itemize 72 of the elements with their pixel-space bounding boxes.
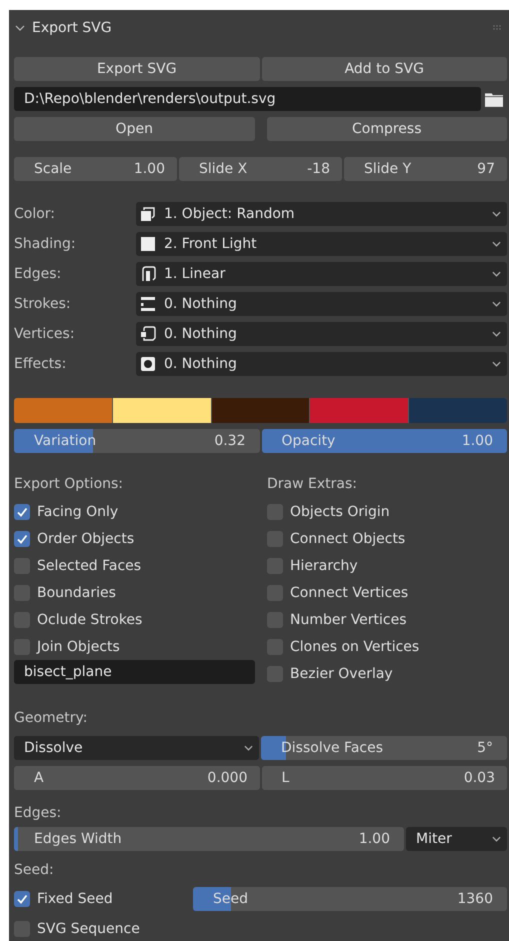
checkbox-label[interactable]: Join Objects xyxy=(37,638,120,654)
color-swatch[interactable] xyxy=(310,398,408,423)
section-label: Draw Extras: xyxy=(267,475,358,494)
caret-icon xyxy=(492,211,501,217)
edge-frame-icon xyxy=(140,266,156,282)
setting-dropdown[interactable]: 0. Nothing xyxy=(136,352,507,376)
value-slider[interactable]: Opacity 1.00 xyxy=(262,429,507,453)
checkbox-label[interactable]: Objects Origin xyxy=(290,504,390,520)
checkbox-label[interactable]: SVG Sequence xyxy=(37,921,140,937)
checkbox-label[interactable]: Bezier Overlay xyxy=(290,666,393,682)
file-button[interactable]: Compress xyxy=(266,117,507,141)
setting-label: Vertices: xyxy=(14,326,76,342)
color-swatch[interactable] xyxy=(409,398,507,423)
number-field[interactable]: A 0.000 xyxy=(14,766,260,790)
color-swatch[interactable] xyxy=(14,398,112,423)
checkbox[interactable] xyxy=(14,504,30,520)
number-field[interactable]: Slide Y 97 xyxy=(344,157,507,181)
number-field[interactable]: Slide X -18 xyxy=(179,157,342,181)
setting-label: Color: xyxy=(14,206,56,222)
caret-icon xyxy=(492,836,501,842)
setting-label: Strokes: xyxy=(14,296,72,312)
checkbox-label[interactable]: Connect Objects xyxy=(290,530,406,546)
checkbox-label[interactable]: Connect Vertices xyxy=(290,584,408,600)
caret-icon xyxy=(492,241,501,247)
caret-icon xyxy=(244,745,253,751)
checkbox-label[interactable]: Number Vertices xyxy=(290,612,407,628)
checkbox-label[interactable]: Fixed Seed xyxy=(37,891,113,907)
setting-label: Shading: xyxy=(14,236,77,252)
caret-icon xyxy=(492,271,501,277)
color-swatch[interactable] xyxy=(212,398,310,423)
checkbox-label[interactable]: Clones on Vertices xyxy=(290,638,420,654)
checkbox-label[interactable]: Selected Faces xyxy=(37,558,142,574)
caret-icon xyxy=(492,301,501,307)
setting-dropdown[interactable]: 0. Nothing xyxy=(136,322,507,346)
setting-dropdown[interactable]: 1. Object: Random xyxy=(136,202,507,226)
number-field[interactable]: L 0.03 xyxy=(262,766,507,790)
file-path-field[interactable]: D:\Repo\blender\renders\output.svg xyxy=(14,87,481,111)
checkbox-label[interactable]: Facing Only xyxy=(37,504,118,520)
join-dropdown[interactable]: Miter xyxy=(406,827,507,851)
text-field[interactable]: bisect_plane xyxy=(14,660,255,684)
section-label: Geometry: xyxy=(14,709,89,728)
section-label: Export Options: xyxy=(14,475,124,494)
action-button[interactable]: Add to SVG xyxy=(262,57,507,81)
vertex-frame-icon xyxy=(140,326,156,342)
checkbox[interactable] xyxy=(14,891,30,907)
caret-icon xyxy=(492,331,501,337)
section-label: Seed: xyxy=(14,861,55,880)
checkbox[interactable] xyxy=(14,530,30,546)
setting-dropdown[interactable]: 2. Front Light xyxy=(136,232,507,256)
setting-dropdown[interactable]: 0. Nothing xyxy=(136,292,507,316)
setting-label: Edges: xyxy=(14,266,62,282)
stacked-squares-icon xyxy=(140,206,156,222)
dot-square-icon xyxy=(140,356,156,372)
setting-label: Effects: xyxy=(14,356,68,372)
number-field[interactable]: Scale 1.00 xyxy=(14,157,177,181)
setting-dropdown[interactable]: 1. Linear xyxy=(136,262,507,286)
checkbox-label[interactable]: Order Objects xyxy=(37,530,134,546)
value-slider[interactable]: Edges Width 1.00 xyxy=(14,827,404,851)
chevron-icon[interactable] xyxy=(15,22,25,32)
checkbox-label[interactable]: Boundaries xyxy=(37,584,116,600)
file-button[interactable]: Open xyxy=(14,117,254,141)
checkbox-label[interactable]: Hierarchy xyxy=(290,558,358,574)
section-label: Edges: xyxy=(14,804,62,823)
stripes-icon xyxy=(140,296,156,312)
grip-icon[interactable] xyxy=(493,24,503,30)
square-icon xyxy=(140,236,156,252)
panel-title[interactable]: Export SVG xyxy=(32,20,493,36)
checkbox-label[interactable]: Oclude Strokes xyxy=(37,612,142,628)
action-button[interactable]: Export SVG xyxy=(14,57,260,81)
color-swatch[interactable] xyxy=(112,398,211,423)
mode-dropdown[interactable]: Dissolve xyxy=(14,736,259,760)
caret-icon xyxy=(492,361,501,367)
